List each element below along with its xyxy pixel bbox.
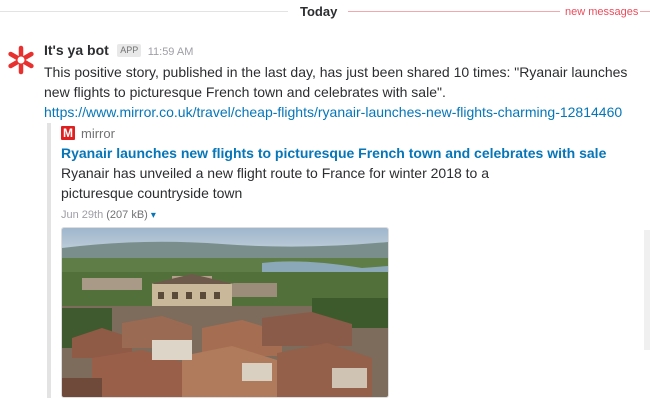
author-name[interactable]: It's ya bot [44, 42, 109, 58]
chevron-down-icon[interactable]: ▾ [151, 210, 156, 221]
preview-size: (207 kB) [106, 209, 148, 221]
message-body: This positive story, published in the la… [44, 62, 644, 122]
divider-line-left [0, 11, 288, 12]
divider-line-end [640, 11, 650, 12]
new-messages-badge[interactable]: new messages [560, 4, 644, 20]
message-link[interactable]: https://www.mirror.co.uk/travel/cheap-fl… [44, 104, 622, 120]
preview-source: M mirror [61, 123, 621, 143]
message-header: It's ya bot APP 11:59 AM [44, 40, 644, 60]
bot-avatar-icon[interactable] [6, 45, 36, 75]
day-label: Today [300, 4, 338, 19]
preview-description: Ryanair has unveiled a new flight route … [61, 165, 490, 201]
preview-image[interactable] [61, 227, 389, 398]
preview-title[interactable]: Ryanair launches new flights to pictures… [61, 143, 621, 163]
scrollbar[interactable] [644, 230, 650, 350]
message: It's ya bot APP 11:59 AM This positive s… [44, 40, 644, 122]
source-name: mirror [81, 125, 115, 141]
mirror-logo-icon: M [61, 126, 75, 140]
day-divider: Today new messages [0, 0, 650, 24]
message-timestamp[interactable]: 11:59 AM [148, 46, 194, 58]
preview-date: Jun 29th [61, 209, 104, 221]
link-preview: M mirror Ryanair launches new flights to… [47, 123, 621, 398]
message-text: This positive story, published in the la… [44, 64, 628, 100]
divider-line-right [348, 11, 560, 12]
preview-meta: Jun 29th (207 kB) ▾ [61, 208, 621, 222]
app-badge: APP [117, 44, 142, 57]
